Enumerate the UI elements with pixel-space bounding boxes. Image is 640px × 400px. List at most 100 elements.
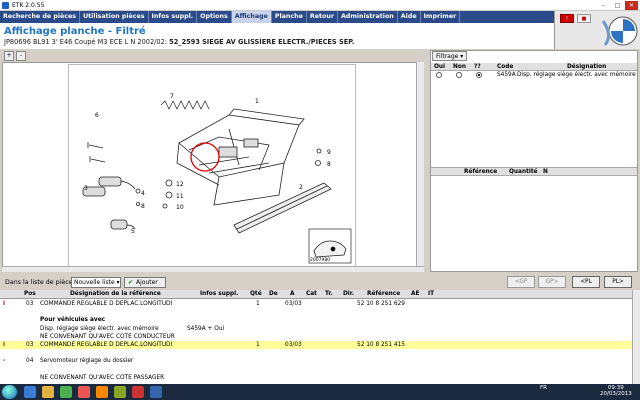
diagram-toolbar: + - [2,50,426,62]
col-designation: Désignation [567,64,607,70]
alert-icon[interactable]: ! [560,14,574,23]
app-icon-green[interactable] [114,386,126,398]
prev-gp-button[interactable]: <GP [507,276,535,288]
parts-vertical-scrollbar[interactable] [632,290,640,384]
menu-options[interactable]: Options [197,11,232,23]
app-icon [2,1,9,9]
cell-pos: 03 [26,301,34,307]
filter-row[interactable]: S459A Disp. réglage siège électr. avec m… [431,71,637,80]
radio-unknown[interactable] [476,72,482,78]
diagram-label-4[interactable]: 4 [141,190,145,197]
maximize-icon[interactable]: □ [611,1,624,10]
parts-diagram[interactable]: 7 1 6 4 8 5 3 12 11 10 9 8 2 2007980 [68,64,356,268]
diagram-label-11[interactable]: 11 [176,193,184,200]
diagram-label-12[interactable]: 12 [176,181,184,188]
col-ref: Référence [367,291,401,297]
menu-aide[interactable]: Aide [398,11,421,23]
cell-info: S459A + Oui [187,325,225,332]
radio-oui[interactable] [436,72,442,78]
info-icon: i [3,342,5,348]
col-quantite: Quantité [509,169,538,175]
media-icon[interactable] [60,386,72,398]
app-icon-acrobat[interactable] [132,386,144,398]
table-row[interactable] [0,308,632,316]
input-language[interactable]: FR [540,385,547,391]
planche-subtitle: JP80696 BL91 3' E46 Coupé M3 ECE L N 200… [4,38,354,46]
table-row[interactable]: Disp. réglage siège électr. avec mémoire… [0,325,632,333]
col-pos: Pos [24,291,36,297]
app-icon-red[interactable] [78,386,90,398]
table-row[interactable] [0,349,632,357]
window-title-bar: ETK 2.0.55 – □ ✕ [0,0,640,11]
radio-non[interactable] [456,72,462,78]
diagram-label-8b[interactable]: 8 [327,161,331,168]
menu-affichage[interactable]: Affichage [231,11,272,23]
menu-planche[interactable]: Planche [272,11,307,23]
filtrage-label: Filtrage [436,53,459,60]
firefox-icon[interactable] [96,386,108,398]
cell-pos: 03 [26,342,34,348]
col-oui: Oui [434,64,446,70]
start-button[interactable] [2,385,17,399]
table-row[interactable]: i 03 COMMANDE REGLABLE D DEPLAC.LONGITUDI 1… [0,300,632,308]
table-row[interactable]: NE CONVENANT QU'AVEC COTE PASSAGER [0,374,632,382]
cell-desc: COMMANDE REGLABLE D DEPLAC.LONGITUDI [40,301,173,307]
dash-icon: - [3,358,6,365]
clock-date: 20/03/2013 [600,391,632,397]
diagram-label-10[interactable]: 10 [176,204,184,211]
col-ae: AE [411,291,420,297]
menu-administration[interactable]: Administration [338,11,398,23]
diagram-label-1[interactable]: 1 [255,98,259,105]
table-row[interactable]: - 04 Servomoteur réglage du dossier [0,357,632,365]
diagram-label-3[interactable]: 3 [84,185,88,192]
menu-retour[interactable]: Retour [307,11,338,23]
cell-desc: Disp. réglage siège électr. avec mémoire [40,325,159,332]
menu-bar: Recherche de pièces Utilisation pièces I… [0,11,640,23]
add-button-label: Ajouter [136,279,158,286]
table-row[interactable]: Pour véhicules avec [0,316,632,324]
clock[interactable]: 09:39 20/03/2013 [600,385,632,397]
menu-recherche[interactable]: Recherche de pièces [0,11,81,23]
filtrage-dropdown[interactable]: Filtrage ▾ [432,51,468,61]
cell-desc: COMMANDE REGLABLE D DEPLAC.LONGITUDI [40,342,173,348]
next-gp-button[interactable]: GP> [538,276,566,288]
diagram-label-7[interactable]: 7 [170,93,174,100]
flag-icon[interactable]: ■ [577,14,591,23]
zoom-in-button[interactable]: + [4,51,14,61]
col-non: Non [453,64,466,70]
diagram-label-9[interactable]: 9 [327,149,331,156]
add-button[interactable]: ✔ Ajouter [124,277,166,288]
cell-a: 03/03 [285,301,302,307]
cell-a: 03/03 [285,342,302,348]
col-info: Infos suppl. [200,291,239,297]
prev-pl-button[interactable]: <PL [572,276,600,288]
folder-icon[interactable] [42,386,54,398]
diagram-label-6[interactable]: 6 [95,112,99,119]
col-cat: Cat [306,291,317,297]
next-pl-button[interactable]: PL> [604,276,632,288]
diagram-label-2[interactable]: 2 [299,184,303,191]
table-row[interactable]: NE CONVENANT QU'AVEC COTE CONDUCTEUR [0,333,632,341]
cell-pos: 04 [26,358,34,365]
diagram-vertical-scrollbar[interactable] [416,62,424,268]
menu-infos[interactable]: Infos suppl. [149,11,198,23]
minimize-icon[interactable]: – [597,1,610,10]
menu-utilisation[interactable]: Utilisation pièces [80,11,149,23]
table-row[interactable]: i 03 COMMANDE REGLABLE D DEPLAC.LONGITUDI 1… [0,341,632,349]
list-select[interactable]: Nouvelle liste ▾ [71,277,121,288]
zoom-out-button[interactable]: - [16,51,26,61]
ie-icon[interactable] [24,386,36,398]
diagram-label-5[interactable]: 5 [131,228,135,235]
panel-splitter[interactable] [431,158,637,164]
info-icon: i [3,301,5,307]
close-icon[interactable]: ✕ [625,1,638,10]
etk-taskbar-icon[interactable] [150,386,162,398]
list-label: Dans la liste de pièces [5,279,76,286]
diagram-label-8[interactable]: 8 [141,203,145,210]
table-row[interactable] [0,366,632,374]
logo-area: ! ■ [554,11,640,49]
diagram-horizontal-scrollbar[interactable] [2,266,424,272]
menu-imprimer[interactable]: Imprimer [421,11,461,23]
cell-qty: 1 [256,342,260,348]
filter-designation: Disp. réglage siège électr. avec mémoire [517,72,636,78]
